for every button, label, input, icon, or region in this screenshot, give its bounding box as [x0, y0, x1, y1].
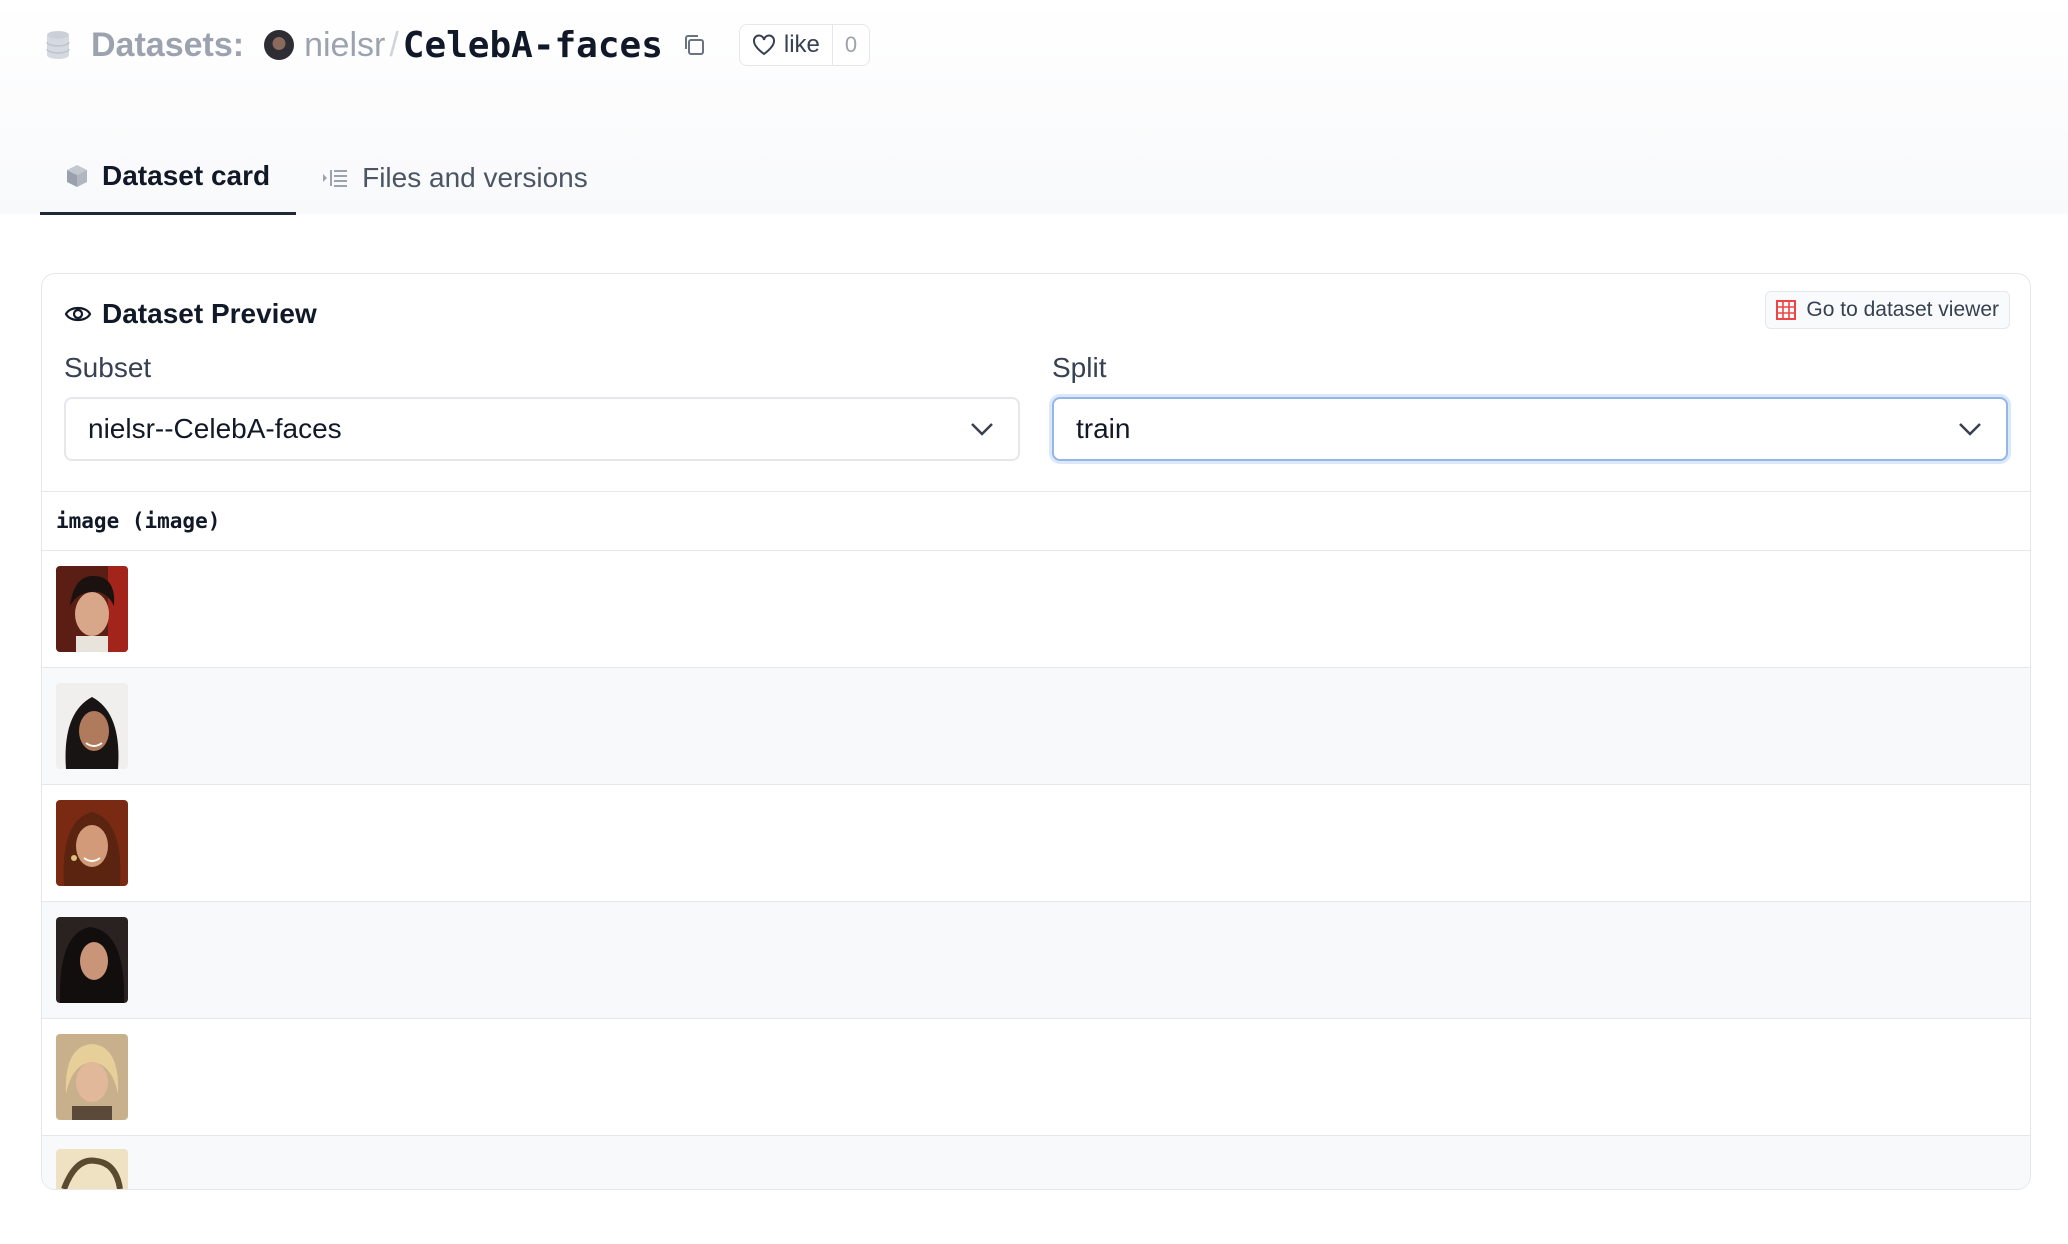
- chevron-down-icon: [1959, 423, 1981, 436]
- split-select[interactable]: train: [1052, 397, 2008, 461]
- table-row[interactable]: [42, 785, 2030, 902]
- image-thumbnail[interactable]: [56, 566, 128, 652]
- column-header-image[interactable]: image (image): [42, 491, 2030, 551]
- repo-header: Datasets: nielsr / CelebA-faces like 0 D…: [0, 0, 2068, 215]
- breadcrumb-separator: /: [389, 25, 399, 64]
- copy-icon[interactable]: [679, 30, 709, 60]
- split-label: Split: [1052, 352, 1107, 383]
- chevron-down-icon: [971, 423, 993, 436]
- like-label: like: [783, 31, 820, 58]
- repo-name-link[interactable]: CelebA-faces: [403, 25, 663, 66]
- go-to-dataset-viewer-button[interactable]: Go to dataset viewer: [1765, 291, 2010, 329]
- cube-icon: [67, 165, 87, 187]
- tab-dataset-card[interactable]: Dataset card: [40, 140, 297, 215]
- panel-header: Dataset Preview: [64, 294, 317, 334]
- split-value: train: [1076, 413, 1131, 444]
- like-widget: like 0: [738, 24, 871, 66]
- table-row[interactable]: [42, 1019, 2030, 1136]
- panel-title: Dataset Preview: [102, 298, 317, 329]
- table-row[interactable]: [42, 902, 2030, 1019]
- image-thumbnail[interactable]: [56, 1034, 128, 1120]
- subset-select[interactable]: nielsr--CelebA-faces: [64, 397, 1020, 461]
- subset-value: nielsr--CelebA-faces: [88, 413, 342, 444]
- database-icon: [46, 31, 70, 59]
- eye-icon: [64, 306, 92, 322]
- repo-tabs: Dataset card Files and versions: [40, 140, 614, 215]
- table-row[interactable]: [42, 1136, 2030, 1190]
- tab-label: Dataset card: [102, 160, 271, 191]
- files-list-icon: [323, 169, 348, 187]
- like-button[interactable]: like: [740, 25, 832, 65]
- subset-label: Subset: [64, 352, 152, 383]
- breadcrumb: Datasets: nielsr / CelebA-faces like 0: [45, 20, 871, 70]
- viewer-button-label: Go to dataset viewer: [1806, 298, 1999, 321]
- tab-files-and-versions[interactable]: Files and versions: [296, 140, 614, 215]
- owner-link[interactable]: nielsr: [304, 26, 385, 65]
- preview-table: image (image): [42, 491, 2030, 1190]
- table-icon: [1776, 300, 1797, 320]
- tab-label: Files and versions: [362, 161, 588, 193]
- heart-icon: [752, 34, 775, 56]
- image-thumbnail[interactable]: [56, 1149, 128, 1190]
- table-row[interactable]: [42, 551, 2030, 668]
- datasets-label[interactable]: Datasets:: [91, 26, 244, 65]
- image-thumbnail[interactable]: [56, 683, 128, 769]
- image-thumbnail[interactable]: [56, 917, 128, 1003]
- dataset-preview-panel: Dataset Preview Go to dataset viewer Sub…: [41, 273, 2031, 1190]
- like-count[interactable]: 0: [831, 25, 869, 65]
- image-thumbnail[interactable]: [56, 800, 128, 886]
- owner-avatar[interactable]: [264, 30, 295, 60]
- table-row[interactable]: [42, 668, 2030, 785]
